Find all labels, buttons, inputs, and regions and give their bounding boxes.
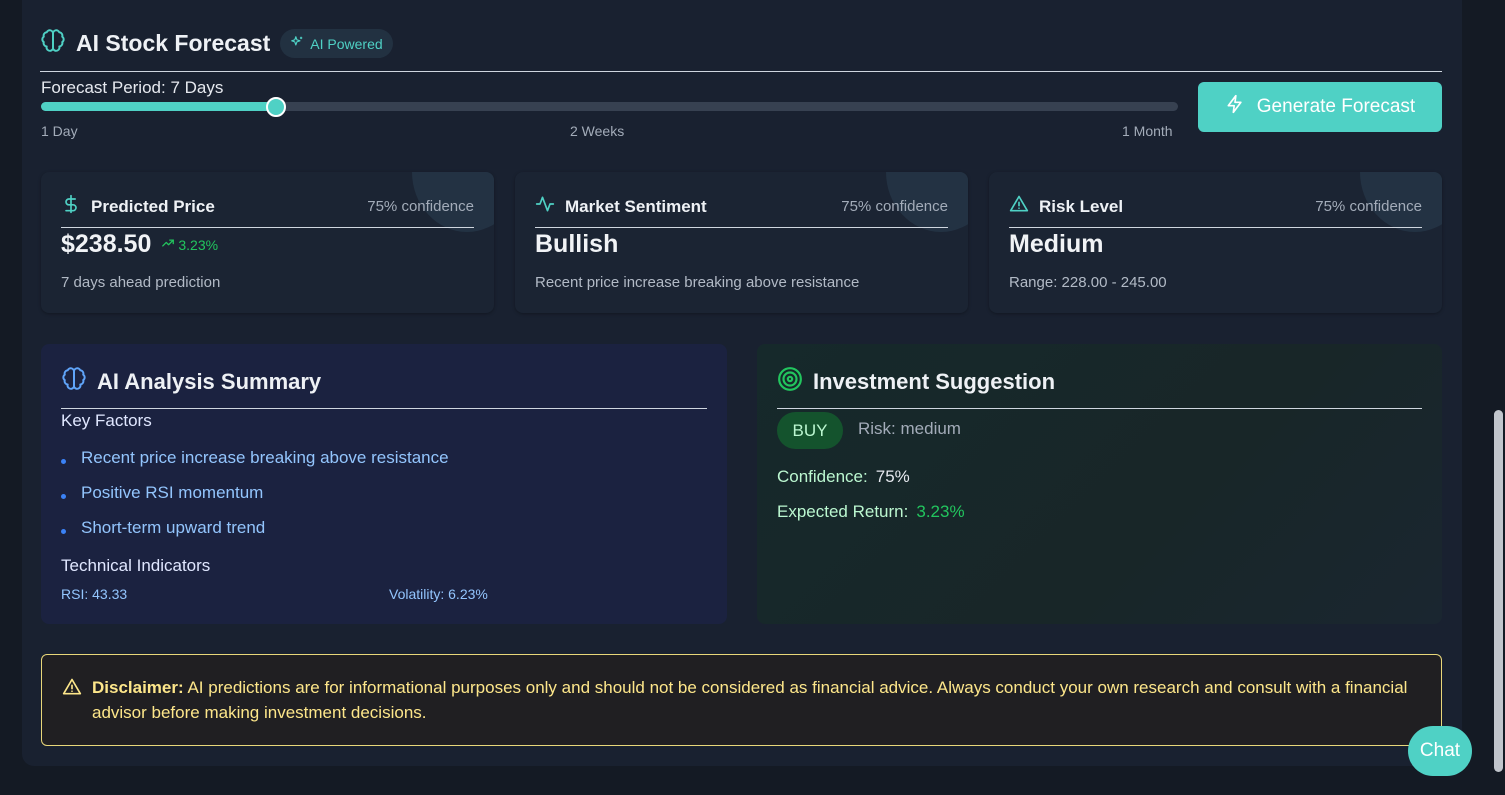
generate-forecast-label: Generate Forecast (1256, 96, 1416, 117)
risk-level-value: Medium (1009, 230, 1104, 258)
ai-powered-label: AI Powered (310, 35, 383, 52)
forecast-period-slider[interactable] (41, 97, 1178, 117)
chat-button[interactable]: Chat (1408, 726, 1472, 776)
section-title: AI Analysis Summary (97, 368, 322, 394)
card-divider (1009, 227, 1422, 228)
section-divider (777, 408, 1422, 409)
predicted-price-value: $238.50 (61, 230, 152, 258)
section-title: Investment Suggestion (813, 368, 1056, 394)
key-factor-text: Positive RSI momentum (81, 482, 264, 502)
forecast-period-label: Forecast Period: 7 Days (41, 78, 224, 97)
sparkles-icon (290, 35, 304, 52)
card-confidence: 75% confidence (841, 198, 948, 215)
disclaimer-label: Disclaimer: (92, 678, 184, 697)
market-sentiment-value: Bullish (535, 230, 619, 258)
card-label: Risk Level (1039, 196, 1124, 216)
forecast-header: AI Stock Forecast AI Powered (40, 28, 393, 59)
risk-text: Risk: medium (858, 419, 961, 438)
predicted-price-card: Predicted Price 75% confidence $238.50 3… (41, 172, 494, 313)
section-divider (61, 408, 707, 409)
brain-icon (40, 28, 66, 59)
price-change-value: 3.23% (178, 236, 219, 253)
scrollbar-thumb[interactable] (1494, 410, 1503, 772)
header-divider (40, 71, 1442, 72)
bullet (61, 529, 66, 534)
generate-forecast-button[interactable]: Generate Forecast (1198, 82, 1442, 132)
dollar-icon (61, 194, 81, 219)
expected-return-label: Expected Return: (777, 502, 909, 521)
risk-level-card: Risk Level 75% confidence Medium Range: … (989, 172, 1442, 313)
key-factors-title: Key Factors (61, 411, 152, 430)
bullet (61, 494, 66, 499)
card-divider (535, 227, 948, 228)
card-confidence: 75% confidence (367, 198, 474, 215)
expected-return-value: 3.23% (916, 502, 965, 521)
bullet (61, 459, 66, 464)
price-change: 3.23% (161, 236, 218, 253)
buy-badge: BUY (777, 412, 843, 449)
list-item: Positive RSI momentum (61, 475, 449, 510)
card-divider (61, 227, 474, 228)
investment-suggestion: Investment Suggestion BUY Risk: medium C… (757, 344, 1442, 624)
target-icon (777, 366, 803, 397)
warning-triangle-icon (62, 677, 82, 702)
tick-1-day: 1 Day (41, 123, 78, 139)
brain-icon (61, 366, 87, 397)
ai-analysis-summary: AI Analysis Summary Key Factors Recent p… (41, 344, 727, 624)
tick-2-weeks: 2 Weeks (570, 123, 625, 139)
card-confidence: 75% confidence (1315, 198, 1422, 215)
rsi-value: RSI: 43.33 (61, 586, 128, 602)
activity-icon (535, 194, 555, 219)
key-factor-text: Recent price increase breaking above res… (81, 447, 449, 467)
lightning-icon (1225, 94, 1245, 120)
volatility-value: Volatility: 6.23% (389, 586, 488, 602)
disclaimer-box: Disclaimer: AI predictions are for infor… (41, 654, 1442, 746)
card-label: Market Sentiment (565, 196, 707, 216)
page-title: AI Stock Forecast (76, 30, 271, 56)
key-factors-list: Recent price increase breaking above res… (61, 440, 449, 545)
slider-fill (41, 102, 277, 111)
card-label: Predicted Price (91, 196, 215, 216)
technical-indicators-title: Technical Indicators (61, 556, 211, 575)
key-factor-text: Short-term upward trend (81, 517, 266, 537)
expected-return-row: Expected Return: 3.23% (777, 502, 965, 522)
disclaimer-text: Disclaimer: AI predictions are for infor… (92, 675, 1421, 725)
disclaimer-body: AI predictions are for informational pur… (92, 678, 1408, 722)
card-subtitle: 7 days ahead prediction (61, 274, 221, 291)
card-subtitle: Range: 228.00 - 245.00 (1009, 274, 1167, 291)
ai-powered-badge: AI Powered (280, 29, 393, 58)
warning-triangle-icon (1009, 194, 1029, 219)
confidence-row: Confidence: 75% (777, 467, 910, 487)
list-item: Short-term upward trend (61, 510, 449, 545)
list-item: Recent price increase breaking above res… (61, 440, 449, 475)
market-sentiment-card: Market Sentiment 75% confidence Bullish … (515, 172, 968, 313)
tick-1-month: 1 Month (1122, 123, 1173, 139)
confidence-value: 75% (875, 467, 910, 486)
trending-up-icon (161, 236, 175, 253)
card-subtitle: Recent price increase breaking above res… (535, 274, 860, 291)
confidence-label: Confidence: (777, 467, 868, 486)
